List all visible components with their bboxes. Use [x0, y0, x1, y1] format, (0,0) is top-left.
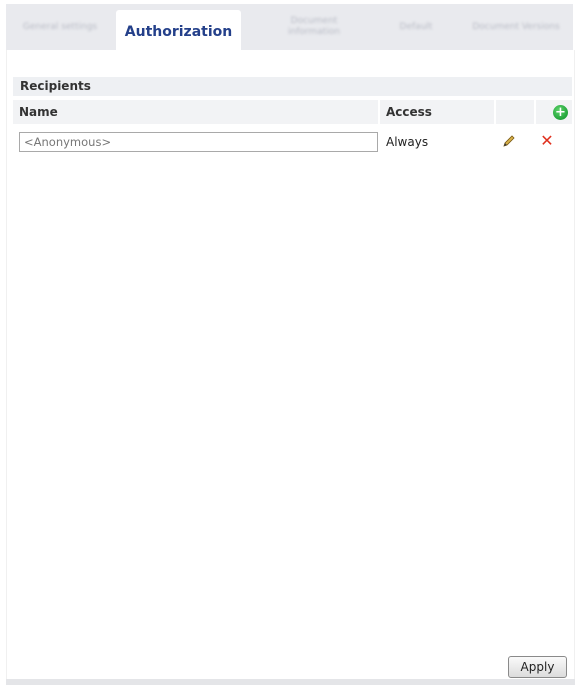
tab-label: Document Versions: [472, 21, 560, 32]
tab-label: General settings: [22, 21, 98, 32]
section-title: Recipients: [13, 77, 572, 96]
tab-bar: General settings Authorization Document …: [6, 4, 573, 54]
column-header-edit: [496, 100, 534, 124]
tab-document-information[interactable]: Document information: [264, 4, 364, 50]
footer-strip: [6, 679, 575, 685]
tab-default[interactable]: Default: [376, 4, 456, 50]
recipient-name-input[interactable]: [19, 132, 378, 152]
table-header: Name Access +: [13, 100, 572, 124]
column-header-add: +: [536, 100, 572, 124]
x-icon[interactable]: ✕: [539, 132, 555, 150]
tab-label: Default: [399, 21, 433, 32]
tab-general-settings[interactable]: General settings: [20, 4, 100, 50]
table-row: Always ✕: [13, 127, 572, 155]
apply-button[interactable]: Apply: [508, 656, 567, 678]
plus-circle-icon[interactable]: +: [553, 105, 568, 120]
tab-document-versions[interactable]: Document Versions: [466, 4, 566, 50]
pencil-icon[interactable]: [501, 133, 517, 149]
tab-authorization[interactable]: Authorization: [116, 10, 241, 54]
tab-label: Authorization: [124, 24, 233, 40]
column-header-access: Access: [380, 100, 494, 124]
column-header-name: Name: [13, 100, 378, 124]
access-value: Always: [386, 135, 429, 149]
tab-label: Document information: [288, 16, 340, 37]
